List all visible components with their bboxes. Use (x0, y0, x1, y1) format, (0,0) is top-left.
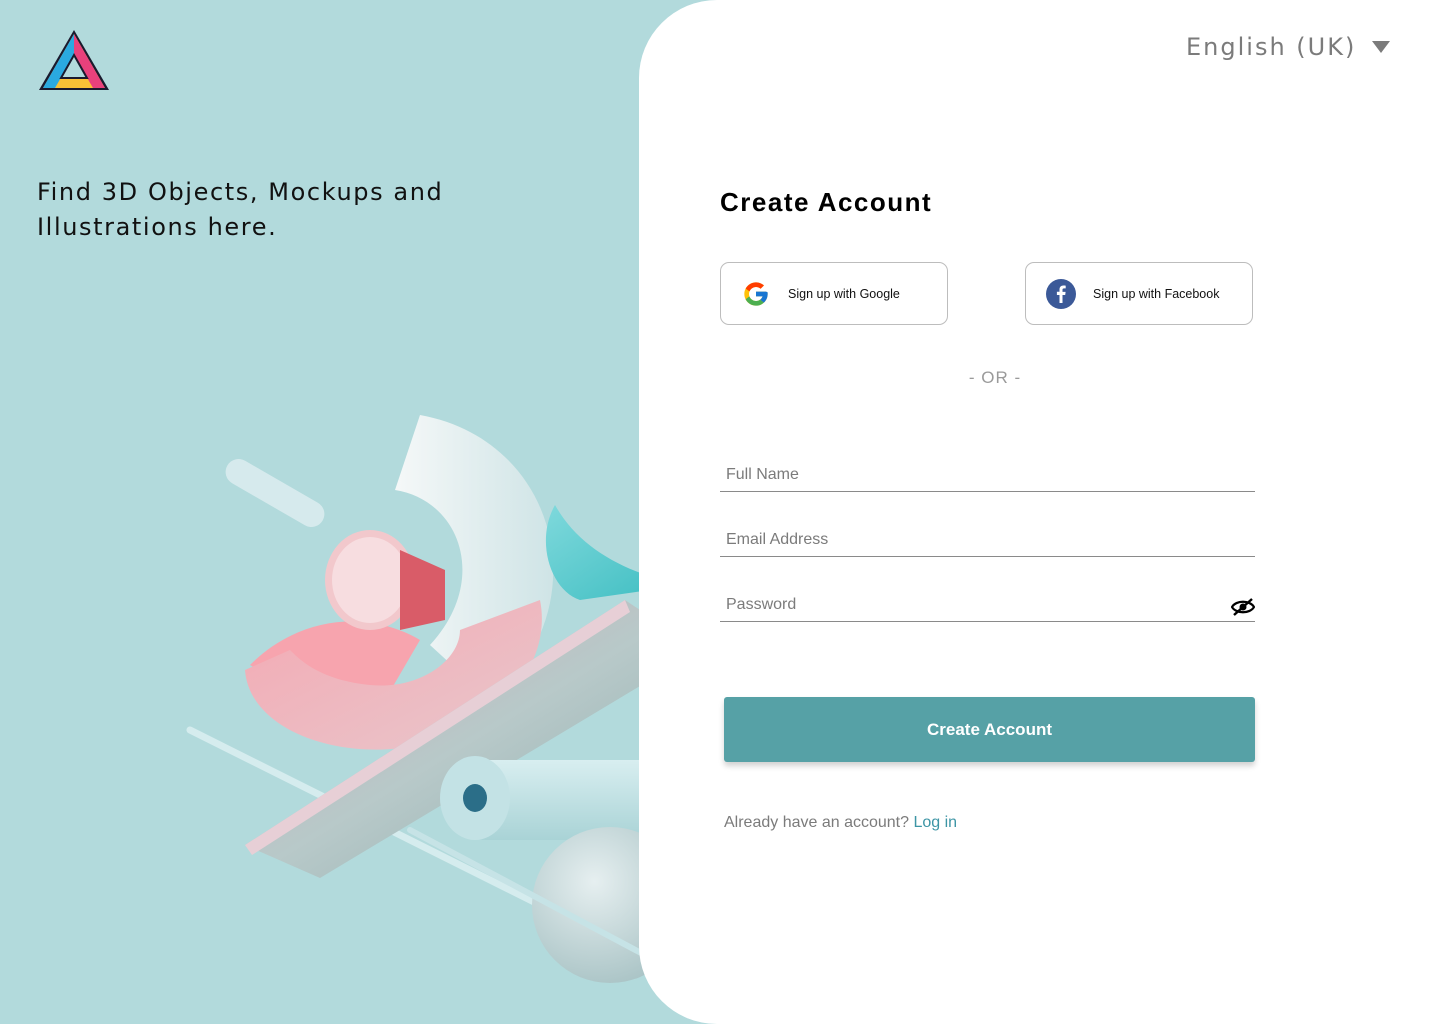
create-account-button[interactable]: Create Account (724, 697, 1255, 762)
language-selector[interactable]: English (UK) (1186, 30, 1391, 64)
login-prompt-text: Already have an account? (724, 814, 910, 831)
page-title: Create Account (720, 187, 933, 217)
left-panel: Find 3D Objects, Mockups and Illustratio… (0, 0, 724, 1024)
full-name-input[interactable] (724, 459, 1228, 491)
logo-icon[interactable] (37, 28, 111, 92)
signup-panel (639, 0, 1440, 1024)
password-input[interactable] (724, 589, 1228, 621)
google-icon (741, 279, 771, 309)
hero-tagline: Find 3D Objects, Mockups and Illustratio… (37, 178, 444, 241)
google-signup-button[interactable]: Sign up with Google (720, 262, 948, 325)
facebook-icon (1046, 278, 1076, 309)
login-link[interactable]: Log in (913, 814, 957, 831)
language-label: English (UK) (1186, 33, 1357, 61)
email-field (720, 524, 1255, 557)
or-divider: - OR - (968, 368, 1022, 387)
full-name-field (720, 459, 1255, 492)
facebook-signup-label: Sign up with Facebook (1093, 286, 1220, 301)
eye-slash-icon[interactable] (1231, 597, 1255, 617)
google-signup-label: Sign up with Google (788, 286, 900, 301)
facebook-signup-button[interactable]: Sign up with Facebook (1025, 262, 1253, 325)
caret-down-icon (1372, 41, 1391, 53)
password-field (720, 589, 1255, 622)
login-prompt: Already have an account? Log in (724, 814, 957, 832)
email-input[interactable] (724, 524, 1228, 556)
